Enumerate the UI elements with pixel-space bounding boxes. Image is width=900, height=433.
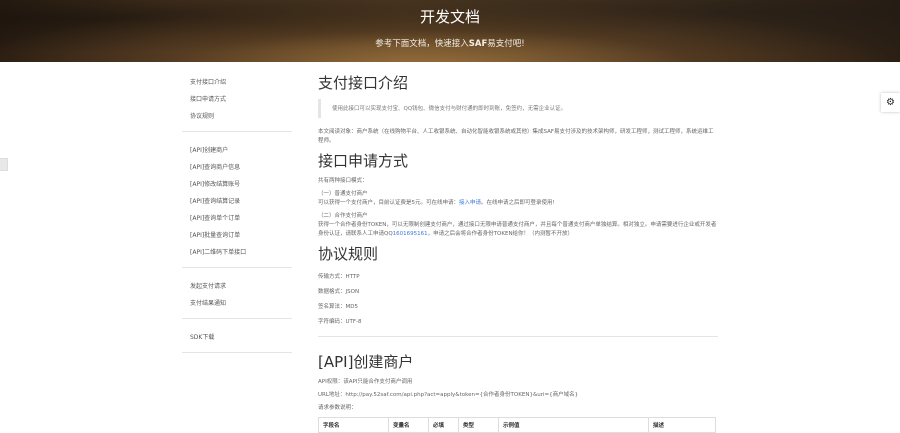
section-intro: 支付接口介绍 使用此接口可以实现支付宝、QQ钱包、微信支付与财付通的即时到账，免… xyxy=(318,72,718,146)
side-pull-tab[interactable] xyxy=(0,158,8,171)
section-divider xyxy=(318,336,718,337)
table-header: 必填 xyxy=(428,417,459,433)
sidebar-item-api-modify-account[interactable]: [API]修改结算账号 xyxy=(182,176,292,193)
section-heading-apply: 接口申请方式 xyxy=(318,152,409,170)
table-header: 描述 xyxy=(648,417,716,433)
sidebar-item-intro[interactable]: 支付接口介绍 xyxy=(182,74,292,91)
section-heading-rules: 协议规则 xyxy=(318,245,379,263)
apply-intro: 共有两种接口模式： xyxy=(318,178,368,184)
params-table: 字段名 变量名 必填 类型 示例值 描述 xyxy=(318,417,716,433)
rule-transport: 传输方式：HTTP xyxy=(318,274,360,280)
header-banner: 开发文档 参考下面文档，快速接入SAF易支付吧! xyxy=(0,0,900,62)
sidebar-item-rules[interactable]: 协议规则 xyxy=(182,108,292,125)
page-subtitle: 参考下面文档，快速接入SAF易支付吧! xyxy=(375,39,525,49)
section-heading-intro: 支付接口介绍 xyxy=(318,74,409,92)
section-api-create: [API]创建商户 API权限：该API只能合作支付商户调用 URL地址：htt… xyxy=(318,351,718,433)
intro-audience: 本文阅读对象：商户系统（在线购物平台、人工收银系统、自动化智能收银系统或其他）集… xyxy=(318,129,714,144)
table-header: 字段名 xyxy=(318,417,389,433)
section-heading-api-create: [API]创建商户 xyxy=(318,353,414,371)
apply-link[interactable]: 接入申请 xyxy=(459,200,481,206)
api-permission: API权限：该API只能合作支付商户调用 xyxy=(318,379,413,385)
sidebar-group-api: [API]创建商户 [API]查询商户信息 [API]修改结算账号 [API]查… xyxy=(182,142,292,268)
sidebar-item-apply[interactable]: 接口申请方式 xyxy=(182,91,292,108)
section-apply: 接口申请方式 共有两种接口模式： （一）普通支付商户 可以获得一个支付商户，目前… xyxy=(318,150,718,239)
rule-encoding: 字符编码：UTF-8 xyxy=(318,319,362,325)
apply-mode2-title: （二）合作支付商户 xyxy=(318,213,368,219)
gear-icon: ⚙ xyxy=(886,97,895,108)
sidebar-item-api-create[interactable]: [API]创建商户 xyxy=(182,142,292,159)
apply-mode1-title: （一）普通支付商户 xyxy=(318,191,368,197)
sidebar-group-payment: 发起支付请求 支付结果通知 xyxy=(182,278,292,319)
page-title: 开发文档 xyxy=(419,8,480,26)
params-title: 请求参数说明： xyxy=(318,405,357,411)
doc-content: 支付接口介绍 使用此接口可以实现支付宝、QQ钱包、微信支付与财付通的即时到账，免… xyxy=(318,72,718,433)
qq-link[interactable]: 1601695161 xyxy=(393,231,428,237)
sidebar-item-api-qrcode[interactable]: [API]二维码下单接口 xyxy=(182,244,292,261)
sidebar-item-api-batch-orders[interactable]: [API]批量查询订单 xyxy=(182,227,292,244)
sidebar-item-sdk-download[interactable]: SDK下载 xyxy=(182,329,292,346)
table-header-row: 字段名 变量名 必填 类型 示例值 描述 xyxy=(318,417,716,433)
table-header: 类型 xyxy=(458,417,499,433)
sidebar-item-api-settlement[interactable]: [API]查询结算记录 xyxy=(182,193,292,210)
rule-format: 数据格式：JSON xyxy=(318,289,360,295)
apply-mode2-text: 获得一个合作者身份TOKEN，可以无限制创建支付商户，通过接口无限申请普通支付商… xyxy=(318,222,717,237)
sidebar-group-sdk: SDK下载 xyxy=(182,329,292,353)
doc-sidebar: 支付接口介绍 接口申请方式 协议规则 [API]创建商户 [API]查询商户信息… xyxy=(182,74,292,363)
intro-quote: 使用此接口可以实现支付宝、QQ钱包、微信支付与财付通的即时到账，免签约，无需企业… xyxy=(318,99,718,118)
sidebar-group-overview: 支付接口介绍 接口申请方式 协议规则 xyxy=(182,74,292,132)
sidebar-item-api-query-order[interactable]: [API]查询单个订单 xyxy=(182,210,292,227)
sidebar-item-submit-payment[interactable]: 发起支付请求 xyxy=(182,278,292,295)
settings-button[interactable]: ⚙ xyxy=(881,93,900,112)
sidebar-item-payment-notify[interactable]: 支付结果通知 xyxy=(182,295,292,312)
section-rules: 协议规则 传输方式：HTTP 数据格式：JSON 签名算法：MD5 字符编码：U… xyxy=(318,243,718,330)
table-header: 示例值 xyxy=(498,417,649,433)
apply-mode1-text: 可以获得一个支付商户，目前认证费是5元。可在线申请：接入申请。在线申请之后即可登… xyxy=(318,200,555,206)
table-header: 变量名 xyxy=(388,417,429,433)
rule-signature: 签名算法：MD5 xyxy=(318,304,358,310)
sidebar-item-api-query-merchant[interactable]: [API]查询商户信息 xyxy=(182,159,292,176)
api-url: URL地址：http://pay.52saf.com/api.php?act=a… xyxy=(318,392,579,398)
